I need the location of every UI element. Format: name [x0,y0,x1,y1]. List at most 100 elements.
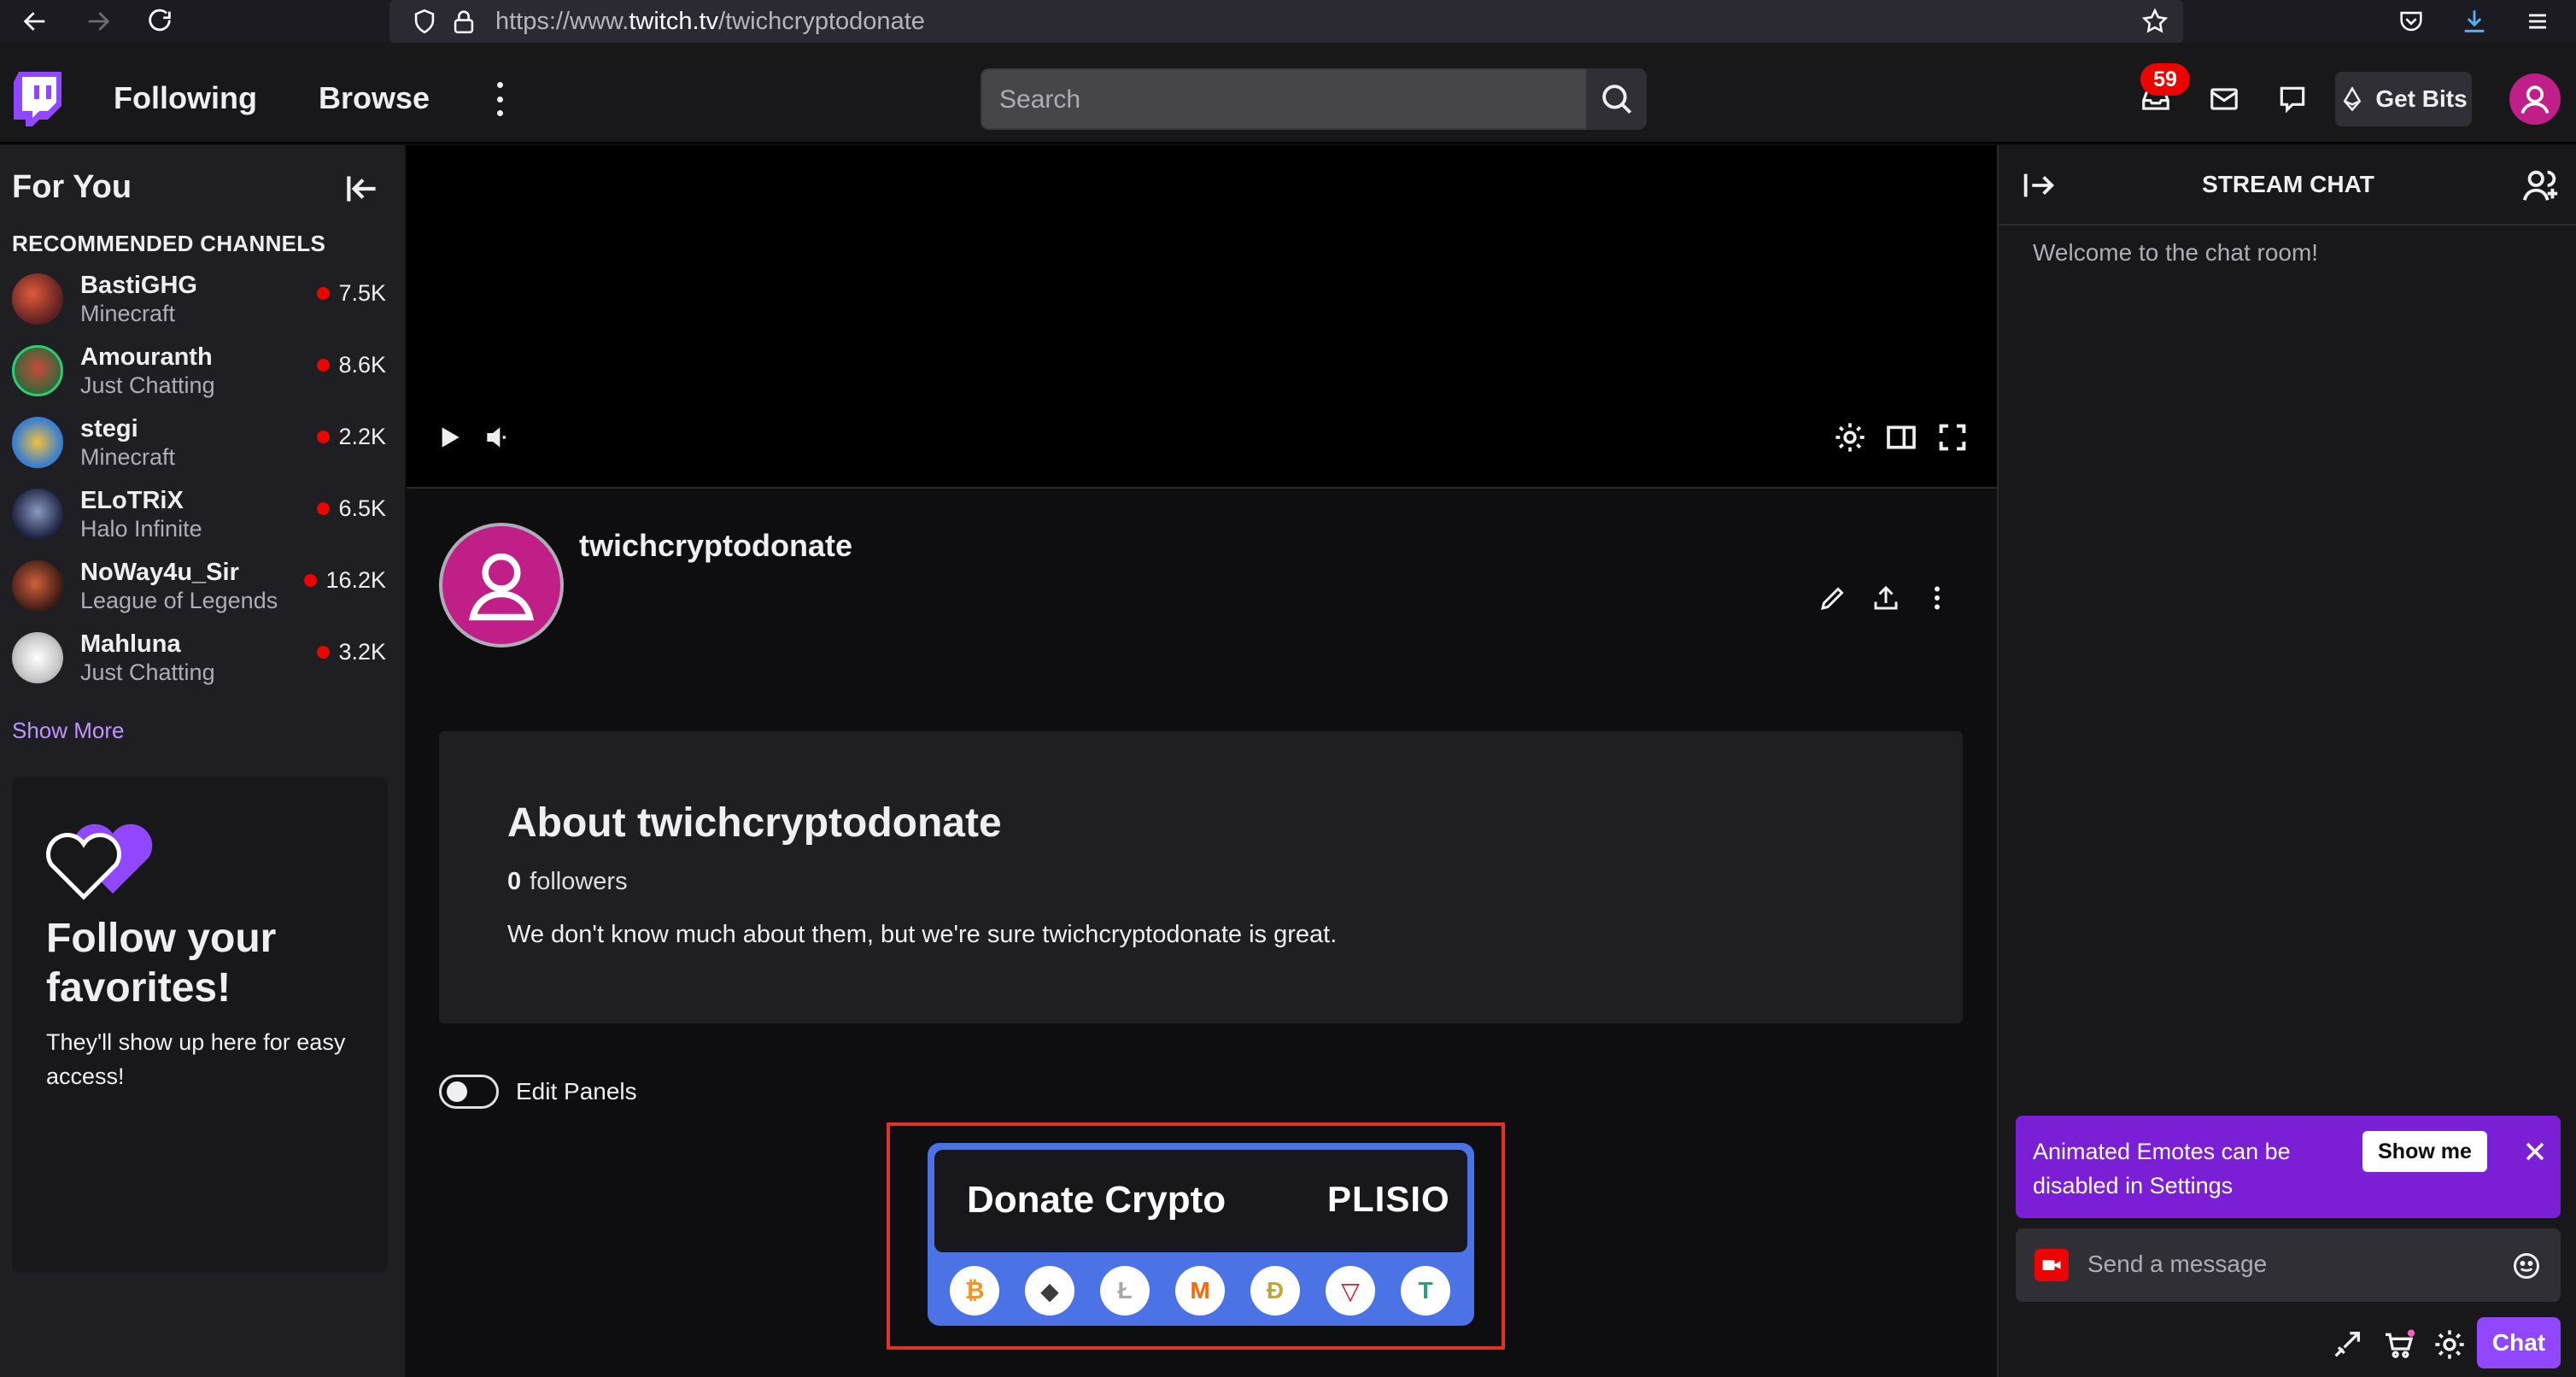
channel-item[interactable]: Mahluna Just Chatting 3.2K [0,622,405,694]
viewer-count-value: 3.2K [338,639,386,665]
download-icon[interactable] [2453,0,2496,43]
fullscreen-icon[interactable] [1935,420,1970,454]
live-dot-icon [304,574,318,587]
search-icon [1602,85,1632,114]
camera-icon[interactable] [2034,1249,2069,1281]
viewer-count-value: 16.2K [325,567,386,593]
channel-game: League of Legends [80,588,278,613]
channel-name: ELoTRiX [80,487,184,514]
show-me-button[interactable]: Show me [2362,1131,2487,1172]
follow-card-title: Follow your favorites! [46,916,277,1011]
community-users-icon[interactable] [2521,166,2561,205]
twitch-logo-icon[interactable] [14,72,61,126]
viewer-count: 3.2K [317,639,386,665]
emote-picker-icon[interactable] [2511,1251,2542,1281]
live-dot-icon [317,502,331,515]
monero-icon: M [1175,1266,1225,1315]
channel-item[interactable]: stegi Minecraft 2.2K [0,407,405,478]
notifications-badge: 59 [2140,63,2190,96]
user-menu-avatar[interactable] [2509,73,2561,125]
edit-panels-toggle[interactable] [439,1075,499,1109]
viewer-count-value: 6.5K [338,495,386,521]
channel-name: BastiGHG [80,272,197,299]
get-bits-label: Get Bits [2375,85,2468,112]
viewer-count-value: 7.5K [338,280,386,306]
chat-settings-gear-icon[interactable] [2433,1327,2467,1362]
viewer-count: 7.5K [317,280,386,307]
channel-avatar [12,632,63,683]
url-text[interactable]: https://www.twitch.tv/twichcryptodonate [495,7,925,36]
viewer-count: 2.2K [317,424,386,450]
more-options-icon[interactable] [487,82,512,116]
bitcoin-icon: ₿ [950,1266,999,1315]
chat-message-input[interactable]: Send a message [2016,1228,2561,1302]
show-more-link[interactable]: Show More [12,718,125,744]
ethereum-icon: ◆ [1025,1266,1074,1315]
url-host: twitch.tv [629,8,719,35]
viewer-count-value: 8.6K [338,352,386,378]
follower-count-value: 0 [507,868,522,895]
share-icon[interactable] [1867,579,1905,617]
volume-muted-icon[interactable] [480,420,514,454]
channel-item[interactable]: ELoTRiX Halo Infinite 6.5K [0,478,405,550]
channel-name: stegi [80,415,138,442]
channel-item[interactable]: NoWay4u_Sir League of Legends 16.2K [0,550,405,622]
channel-game: Just Chatting [80,659,215,685]
donate-panel-header: Donate Crypto PLISIO [934,1150,1467,1252]
toggle-knob [447,1081,467,1102]
channel-item[interactable]: BastiGHG Minecraft 7.5K [0,263,405,335]
settings-gear-icon[interactable] [1833,420,1867,454]
channel-avatar [12,345,63,396]
menu-icon[interactable] [2516,0,2559,43]
chat-send-button[interactable]: Chat [2477,1317,2561,1368]
tron-icon: ▽ [1326,1266,1375,1315]
collapse-sidebar-icon[interactable] [342,167,384,210]
channel-points-cart-icon[interactable] [2381,1327,2415,1362]
edit-pencil-icon[interactable] [1814,579,1852,617]
chat-title: STREAM CHAT [2202,171,2374,197]
viewer-count: 6.5K [317,495,386,522]
tracking-shield-icon[interactable] [403,0,446,43]
search-input[interactable]: Search [981,68,1587,130]
dogecoin-icon: Ð [1250,1266,1300,1315]
follower-count-label: followers [530,868,628,895]
follow-card-text: They'll show up here for easy access! [46,1029,346,1089]
channel-name: Mahluna [80,630,181,658]
more-options-icon[interactable] [1918,579,1956,617]
moderation-sword-icon[interactable] [2330,1327,2364,1362]
donate-crypto-text: Donate Crypto [967,1179,1227,1221]
address-bar[interactable]: https://www.twitch.tv/twichcryptodonate [389,0,2183,43]
forward-icon[interactable] [77,0,120,43]
lock-icon[interactable] [442,0,485,43]
search-button[interactable] [1587,68,1647,130]
channel-game: Minecraft [80,301,176,326]
search-placeholder: Search [999,85,1081,114]
plisio-logo: PLISIO [1327,1179,1450,1219]
play-icon[interactable] [432,420,466,454]
channel-name: NoWay4u_Sir [80,559,239,586]
close-icon[interactable] [2520,1136,2550,1167]
whispers-icon[interactable] [2270,77,2315,121]
player-divider [407,487,1997,489]
nav-following[interactable]: Following [114,80,257,116]
recommended-channels-heading: RECOMMENDED CHANNELS [12,231,326,256]
emote-banner-text: Animated Emotes can be disabled in Setti… [2033,1139,2291,1198]
back-icon[interactable] [14,0,56,43]
viewer-count: 16.2K [304,567,386,594]
nav-browse[interactable]: Browse [319,80,430,116]
donate-crypto-panel[interactable]: Donate Crypto PLISIO ₿ ◆ Ł M Ð ▽ T [928,1143,1474,1326]
live-dot-icon [317,287,331,300]
channel-name-heading[interactable]: twichcryptodonate [579,528,852,564]
channel-avatar-large[interactable] [439,523,564,647]
channel-item[interactable]: Amouranth Just Chatting 8.6K [0,335,405,407]
get-bits-button[interactable]: Get Bits [2335,72,2472,126]
pocket-icon[interactable] [2390,0,2433,43]
inbox-mail-icon[interactable] [2202,77,2246,121]
theatre-mode-icon[interactable] [1884,420,1918,454]
chat-welcome-message: Welcome to the chat room! [2033,239,2319,266]
url-path: /twichcryptodonate [718,8,925,35]
reload-icon[interactable] [138,0,181,43]
litecoin-icon: Ł [1100,1266,1150,1315]
video-player[interactable] [407,145,1997,487]
bookmark-star-icon[interactable] [2134,0,2176,43]
